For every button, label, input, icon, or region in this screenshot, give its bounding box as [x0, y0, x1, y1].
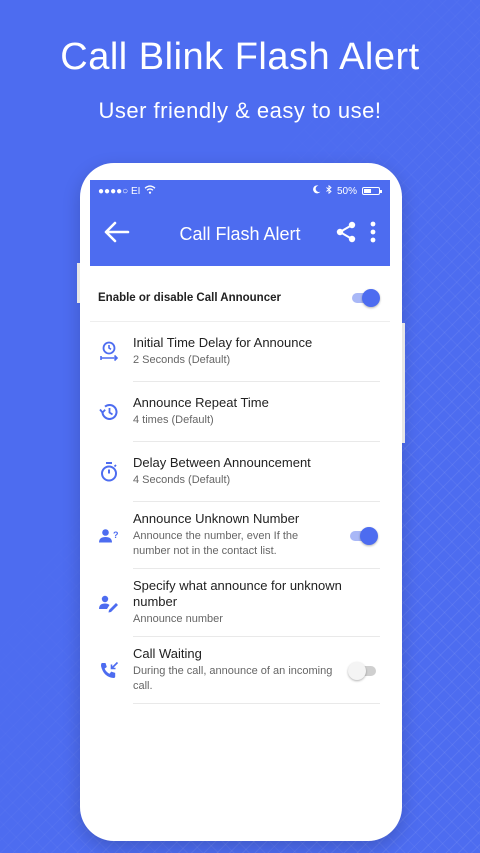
- battery-level: [364, 189, 371, 193]
- back-button[interactable]: [92, 210, 140, 258]
- setting-delay-between[interactable]: Delay Between Announcement 4 Seconds (De…: [90, 442, 390, 502]
- wifi-icon: [144, 185, 156, 197]
- setting-unknown-announce-text[interactable]: Specify what announce for unknown number…: [90, 569, 390, 637]
- phone-side-button: [77, 263, 80, 303]
- person-edit-icon: [98, 592, 120, 614]
- setting-subtitle: During the call, announce of an incoming…: [133, 665, 333, 692]
- setting-repeat-time[interactable]: Announce Repeat Time 4 times (Default): [90, 382, 390, 442]
- phone-screen: ●●●●○ EI 50% Call Flash Alert Enable or …: [90, 180, 390, 820]
- setting-title: Delay Between Announcement: [133, 455, 311, 470]
- setting-initial-delay[interactable]: Initial Time Delay for Announce 2 Second…: [90, 322, 390, 382]
- promo-subtitle: User friendly & easy to use!: [98, 98, 382, 123]
- setting-subtitle: 4 times (Default): [133, 414, 214, 426]
- status-bar: ●●●●○ EI 50%: [90, 180, 390, 202]
- phone-side-button: [402, 323, 405, 443]
- setting-unknown-number[interactable]: ? Announce Unknown Number Announce the n…: [90, 502, 390, 569]
- bluetooth-icon: [326, 184, 332, 197]
- clock-delay-icon: [98, 341, 120, 363]
- carrier-signal: ●●●●○ EI: [98, 185, 141, 197]
- setting-call-waiting[interactable]: Call Waiting During the call, announce o…: [90, 637, 390, 704]
- master-toggle-row[interactable]: Enable or disable Call Announcer: [90, 274, 390, 322]
- setting-subtitle: 4 Seconds (Default): [133, 474, 231, 486]
- setting-subtitle: Announce number: [133, 613, 223, 625]
- setting-subtitle: Announce the number, even If the number …: [133, 530, 299, 557]
- unknown-person-icon: ?: [98, 525, 120, 547]
- master-toggle-label: Enable or disable Call Announcer: [98, 291, 281, 304]
- toggle-thumb: [360, 526, 378, 545]
- phone-frame: ●●●●○ EI 50% Call Flash Alert Enable or …: [77, 163, 405, 841]
- setting-title: Specify what announce for unknown number: [133, 578, 342, 609]
- svg-text:?: ?: [113, 530, 119, 540]
- setting-title: Announce Repeat Time: [133, 395, 269, 410]
- overflow-menu-button[interactable]: [362, 214, 384, 254]
- battery-percent: 50%: [336, 185, 357, 197]
- toggle-thumb: [348, 661, 366, 680]
- arrow-back-icon: [102, 220, 130, 249]
- moon-icon: [313, 185, 321, 197]
- history-icon: [98, 401, 120, 423]
- setting-title: Call Waiting: [133, 646, 202, 661]
- promo-title: Call Blink Flash Alert: [60, 36, 420, 78]
- timer-icon: [98, 461, 120, 483]
- call-waiting-toggle[interactable]: [348, 661, 378, 680]
- share-button[interactable]: [330, 214, 362, 254]
- master-toggle-switch[interactable]: [350, 288, 380, 307]
- setting-title: Announce Unknown Number: [133, 511, 300, 526]
- app-bar: Call Flash Alert: [90, 202, 390, 266]
- more-vert-icon: [370, 220, 376, 249]
- setting-title: Initial Time Delay for Announce: [133, 335, 313, 350]
- call-waiting-icon: [98, 660, 120, 682]
- unknown-number-toggle[interactable]: [348, 526, 378, 545]
- toggle-thumb: [362, 288, 380, 307]
- setting-subtitle: 2 Seconds (Default): [133, 354, 231, 366]
- share-icon: [334, 220, 358, 249]
- battery-icon: [362, 187, 382, 195]
